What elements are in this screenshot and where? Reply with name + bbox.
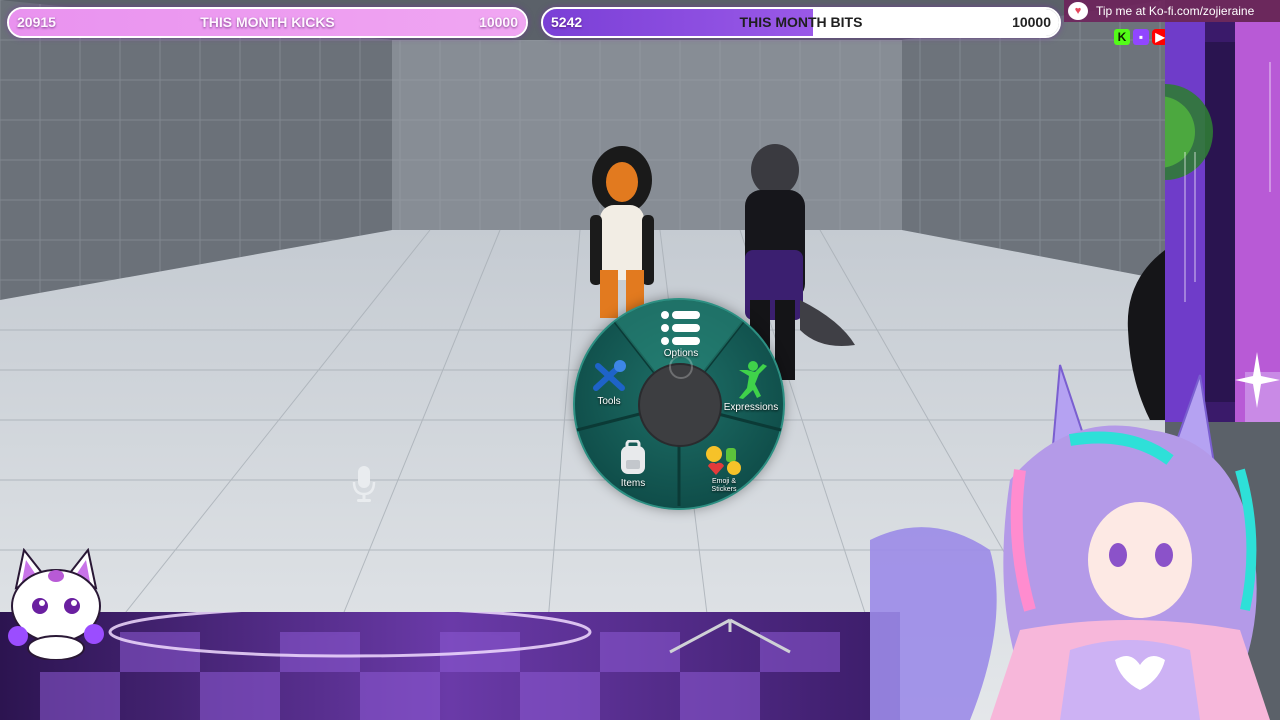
- menu-emoji-label: Emoji & Stickers: [711, 478, 737, 493]
- tools-icon: [593, 360, 626, 391]
- kofi-tip-text: Tip me at Ko-fi.com/zojieraine: [1096, 4, 1255, 18]
- menu-options-label: Options: [663, 348, 699, 359]
- vtuber-avatar-fox-girl: [870, 364, 1270, 720]
- menu-expressions-label: Expressions: [723, 402, 779, 413]
- kick-icon: K: [1114, 29, 1130, 45]
- menu-tools-label: Tools: [597, 396, 621, 407]
- kicks-target-value: 10000: [479, 14, 518, 30]
- menu-tools-button[interactable]: Tools: [585, 360, 633, 407]
- stream-floor-decor: [0, 612, 900, 720]
- dance-figure-icon: [739, 361, 767, 399]
- kicks-goal-bar: 20915 THIS MONTH KICKS 10000: [7, 7, 528, 38]
- microphone-icon: [352, 466, 376, 502]
- chibi-cat-mascot-icon: [8, 548, 104, 660]
- kofi-tip-banner: ♥ Tip me at Ko-fi.com/zojieraine: [1064, 0, 1280, 22]
- bits-target-value: 10000: [1012, 14, 1051, 30]
- bits-goal-label: THIS MONTH BITS: [739, 14, 863, 30]
- menu-expressions-button[interactable]: Expressions: [721, 360, 781, 413]
- radial-action-menu[interactable]: Options Tools Expressions Items Emoji & …: [573, 298, 785, 510]
- twitch-icon: ▪: [1133, 29, 1149, 45]
- bits-goal-bar: 5242 THIS MONTH BITS 10000: [541, 7, 1061, 38]
- menu-emoji-stickers-button[interactable]: Emoji & Stickers: [699, 446, 749, 494]
- kicks-goal-label: THIS MONTH KICKS: [200, 14, 335, 30]
- backpack-icon: [621, 440, 645, 474]
- list-icon: [661, 311, 700, 345]
- kofi-cup-icon: ♥: [1068, 2, 1088, 20]
- menu-items-label: Items: [620, 478, 646, 489]
- menu-items-button[interactable]: Items: [613, 440, 653, 489]
- emoji-icon: [706, 446, 741, 475]
- menu-options-button[interactable]: Options: [651, 310, 711, 359]
